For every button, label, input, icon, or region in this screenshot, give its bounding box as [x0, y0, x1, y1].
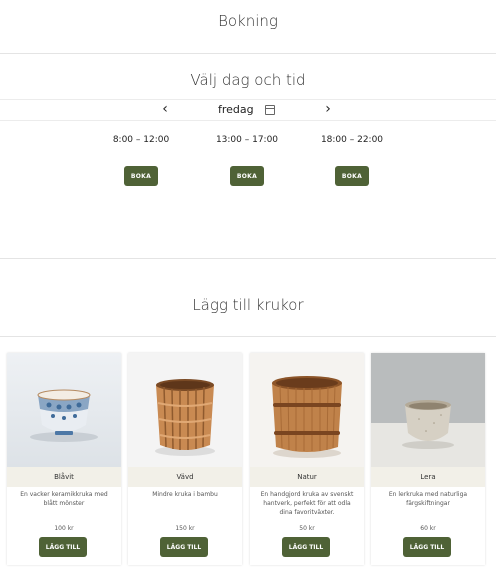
- book-button-1[interactable]: BOKA: [124, 166, 158, 186]
- product-card-natur: Natur En handgjord kruka av svenskt hant…: [250, 353, 364, 565]
- product-image-natur: [250, 353, 364, 467]
- product-description: En vacker keramikkruka med blått mönster: [20, 491, 108, 507]
- product-price: 150 kr: [175, 525, 195, 532]
- product-price: 50 kr: [299, 525, 315, 532]
- product-card-vavd: Vävd Mindre kruka i bambu 150 kr LÄGG TI…: [128, 353, 242, 565]
- time-slot-3: 18:00 – 22:00: [320, 135, 384, 145]
- chevron-left-icon[interactable]: ‹: [157, 101, 173, 117]
- product-price: 100 kr: [54, 525, 74, 532]
- time-slot-2: 13:00 – 17:00: [215, 135, 279, 145]
- divider: [0, 336, 496, 337]
- pots-section-title: Lägg till krukor: [192, 296, 304, 314]
- product-card-blavit: Blåvit En vacker keramikkruka med blått …: [7, 353, 121, 565]
- add-button[interactable]: LÄGG TILL: [282, 537, 330, 557]
- book-button-2[interactable]: BOKA: [230, 166, 264, 186]
- chevron-right-icon[interactable]: ›: [320, 101, 336, 117]
- product-description: En handgjord kruka av svenskt hantverk, …: [260, 491, 354, 516]
- divider: [0, 53, 496, 54]
- add-button[interactable]: LÄGG TILL: [160, 537, 208, 557]
- product-description: En lerkruka med naturliga färgskiftninga…: [388, 491, 468, 507]
- product-card-lera: Lera En lerkruka med naturliga färgskift…: [371, 353, 485, 565]
- day-selector: ‹ fredag ›: [0, 99, 496, 121]
- booking-section-title: Välj dag och tid: [190, 71, 306, 89]
- product-image-vavd: [128, 353, 242, 467]
- product-image-lera: [371, 353, 485, 467]
- calendar-icon[interactable]: [265, 105, 275, 115]
- book-button-3[interactable]: BOKA: [335, 166, 369, 186]
- product-name: Blåvit: [7, 467, 121, 487]
- add-button[interactable]: LÄGG TILL: [39, 537, 87, 557]
- product-description: Mindre kruka i bambu: [152, 491, 218, 498]
- time-slot-1: 8:00 – 12:00: [112, 135, 170, 145]
- product-price: 60 kr: [420, 525, 436, 532]
- add-button[interactable]: LÄGG TILL: [403, 537, 451, 557]
- divider: [0, 258, 496, 259]
- product-name: Natur: [250, 467, 364, 487]
- product-name: Vävd: [128, 467, 242, 487]
- product-name: Lera: [371, 467, 485, 487]
- product-image-blavit: [7, 353, 121, 467]
- day-label: fredag: [218, 103, 254, 116]
- page-title: Bokning: [218, 12, 278, 30]
